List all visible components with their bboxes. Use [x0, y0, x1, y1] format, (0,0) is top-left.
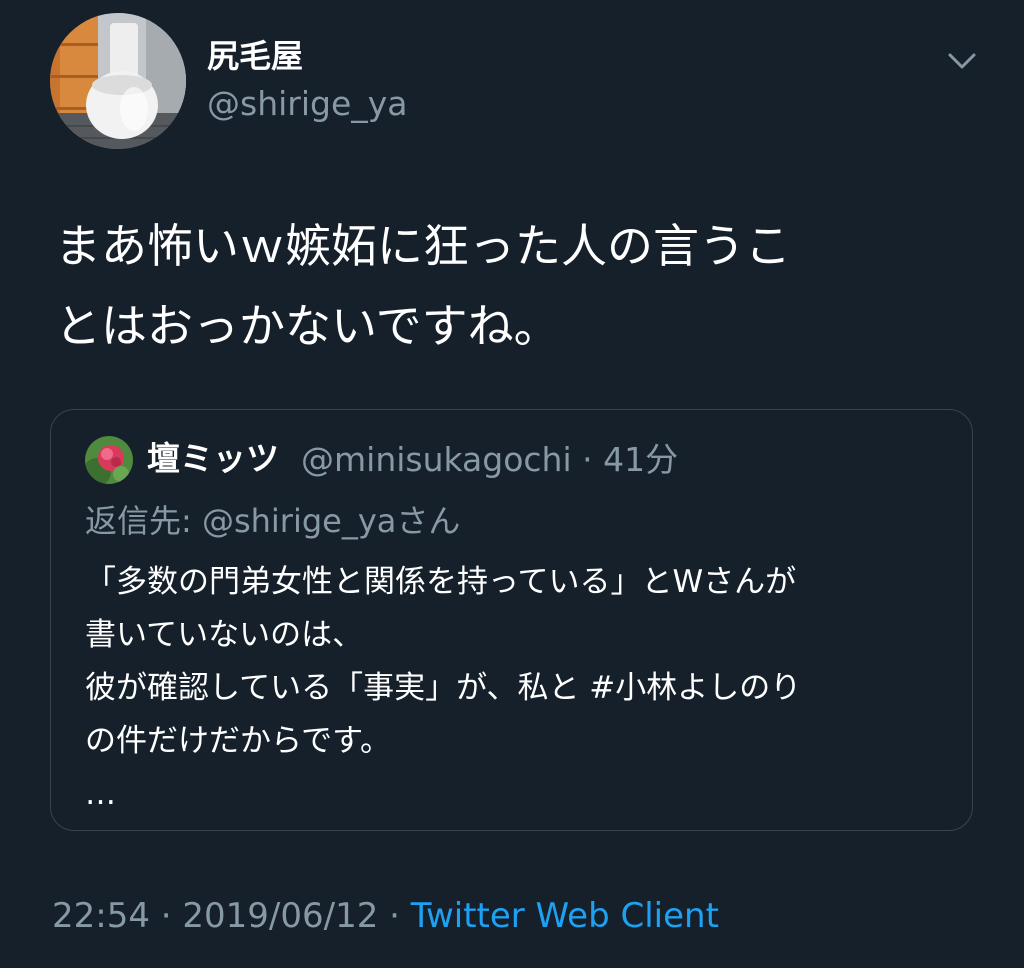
tweet-meta: 22:54 · 2019/06/12 · Twitter Web Client: [52, 893, 719, 939]
author-avatar[interactable]: [50, 13, 186, 149]
chevron-down-icon[interactable]: [942, 45, 982, 75]
quoted-author-handle-time: @minisukagochi · 41分: [301, 440, 679, 479]
quoted-author-display-name: 壇ミッツ: [147, 439, 279, 478]
tweet-text: まあ怖いｗ嫉妬に狂った人の言うこ とはおっかないですね。: [55, 219, 791, 353]
toilet-photo-icon: [50, 13, 186, 149]
author-handle[interactable]: @shirige_ya: [207, 83, 408, 125]
quoted-reply-to: 返信先: @shirige_yaさん: [85, 502, 461, 540]
tweet-timestamp: 22:54 · 2019/06/12 ·: [52, 896, 411, 936]
quoted-tweet-text: 「多数の門弟女性と関係を持っている」とWさんが 書いていないのは、 彼が確認して…: [85, 564, 802, 812]
author-display-name[interactable]: 尻毛屋: [207, 36, 303, 76]
tweet-detail: 尻毛屋 @shirige_ya まあ怖いｗ嫉妬に狂った人の言うこ とはおっかない…: [0, 0, 1024, 968]
flower-photo-icon: [85, 436, 133, 484]
quoted-tweet-card[interactable]: 壇ミッツ @minisukagochi · 41分 返信先: @shirige_…: [50, 409, 973, 831]
tweet-client-link[interactable]: Twitter Web Client: [411, 896, 719, 936]
quoted-author-avatar[interactable]: [85, 436, 133, 484]
